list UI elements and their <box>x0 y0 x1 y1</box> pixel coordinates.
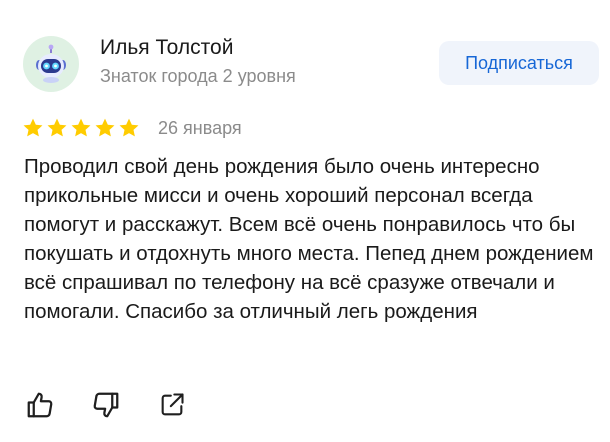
avatar[interactable] <box>23 36 79 92</box>
star-icon <box>47 118 67 137</box>
subscribe-button[interactable]: Подписаться <box>439 41 599 85</box>
robot-avatar-icon <box>36 44 66 83</box>
dislike-button[interactable] <box>90 389 122 421</box>
star-icon <box>119 118 139 137</box>
share-icon <box>161 393 184 416</box>
share-button[interactable] <box>156 389 188 421</box>
star-icon <box>71 118 91 137</box>
review-text: Проводил свой день рождения было очень и… <box>24 155 594 323</box>
star-icon <box>95 118 115 137</box>
author-level: Знаток города 2 уровня <box>100 66 296 86</box>
like-button[interactable] <box>24 389 56 421</box>
thumbs-down-icon <box>93 392 119 418</box>
star-icon <box>23 118 43 137</box>
review-actions <box>24 389 188 421</box>
thumbs-up-icon <box>27 392 53 418</box>
rating-stars <box>22 117 140 139</box>
rating-row: 26 января <box>22 116 242 140</box>
review-card: Илья Толстой Знаток города 2 уровня Подп… <box>0 0 610 442</box>
author-name[interactable]: Илья Толстой <box>100 36 233 60</box>
review-date: 26 января <box>158 117 242 138</box>
